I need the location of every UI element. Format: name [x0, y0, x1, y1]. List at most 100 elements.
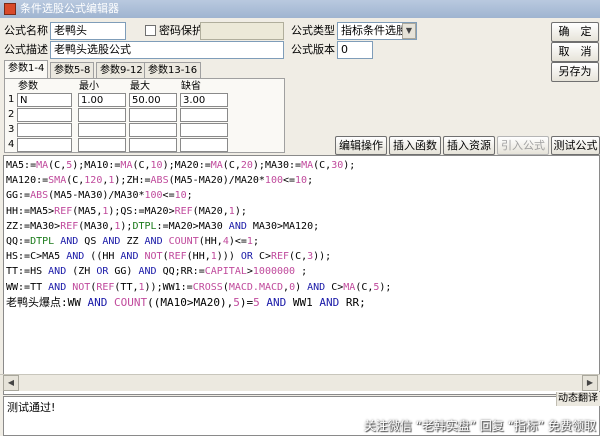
formula-desc-input[interactable]: 老鸭头选股公式 [50, 41, 284, 59]
import-formula-button[interactable]: 引入公式 [497, 136, 549, 155]
scroll-left-icon[interactable]: ◀ [3, 375, 19, 391]
code-token: REF [60, 220, 79, 232]
code-token: ); [379, 281, 392, 293]
code-token: (C, [48, 160, 67, 171]
horizontal-scrollbar[interactable] [0, 374, 600, 391]
code-token: REF [54, 205, 73, 217]
param-header-max: 最大 [130, 81, 150, 92]
tab-params-9-12[interactable]: 参数9-12 [96, 62, 147, 79]
ok-button[interactable]: 确 定 [551, 22, 599, 42]
code-token: REF [168, 251, 187, 263]
code-token: SMA [48, 175, 67, 187]
code-token: GG:= [6, 190, 31, 202]
param-header-name: 参数 [18, 81, 38, 92]
param-max-cell[interactable] [129, 138, 177, 152]
code-line[interactable]: MA5:=MA(C,5);MA10:=MA(C,10);MA20:=MA(C,2… [6, 158, 599, 173]
param-min-cell[interactable] [78, 138, 126, 152]
code-token: 20 [240, 160, 253, 171]
param-header-default: 缺省 [181, 81, 201, 92]
param-min-cell[interactable] [78, 108, 126, 122]
code-line[interactable]: 老鸭头爆点:WW AND COUNT((MA10>MA20),5)=5 AND … [6, 295, 599, 310]
tab-params-13-16[interactable]: 参数13-16 [144, 62, 202, 79]
code-token: REF [270, 251, 290, 263]
code-token: ); [234, 205, 247, 217]
code-token: NOT [144, 251, 163, 263]
code-line[interactable]: MA120:=SMA(C,120,1);ZH:=ABS(MA5-MA20)/MA… [6, 173, 599, 188]
param-min-cell[interactable]: 1.00 [78, 93, 126, 107]
code-token: RR; [339, 295, 366, 309]
param-default-cell[interactable] [180, 123, 228, 137]
edit-operation-button[interactable]: 编辑操作 [335, 136, 387, 155]
status-text: 测试通过! [7, 401, 56, 414]
password-checkbox[interactable] [145, 25, 156, 36]
code-token: CAPITAL [204, 266, 247, 278]
param-max-cell[interactable] [129, 108, 177, 122]
code-token: QQ;RR:= [156, 266, 205, 278]
code-token: :=MA20>MA30 [156, 220, 229, 232]
param-name-cell[interactable] [17, 123, 72, 137]
param-name-cell[interactable] [17, 138, 72, 152]
code-token: HH:=MA5> [6, 205, 55, 217]
code-token: (MA5-MA20)/MA20* [168, 175, 265, 187]
code-token: REF [174, 205, 193, 217]
formula-version-input[interactable]: 0 [337, 41, 373, 59]
code-token: ZZ:=MA30> [6, 220, 61, 232]
code-token: )); [313, 251, 332, 263]
param-name-cell[interactable] [17, 108, 72, 122]
param-name-cell[interactable]: N [17, 93, 72, 107]
formula-code[interactable]: MA5:=MA(C,5);MA10:=MA(C,10);MA20:=MA(C,2… [4, 156, 599, 310]
code-token: AND [319, 295, 340, 309]
code-token: 5 [233, 295, 240, 309]
tab-params-1-4[interactable]: 参数1-4 [4, 60, 49, 79]
formula-editor[interactable]: MA5:=MA(C,5);MA10:=MA(C,10);MA20:=MA(C,2… [3, 155, 600, 395]
formula-desc-label: 公式描述 [4, 43, 48, 56]
param-max-cell[interactable] [129, 123, 177, 137]
code-token: QQ:= [6, 236, 31, 248]
code-token: AND [266, 295, 287, 309]
param-min-cell[interactable] [78, 123, 126, 137]
code-token: 老鸭头爆点:WW [6, 295, 88, 309]
cancel-button[interactable]: 取 消 [551, 42, 599, 62]
code-line[interactable]: HH:=MA5>REF(MA5,1);QS:=MA20>REF(MA20,1); [6, 204, 599, 219]
code-token: AND [307, 281, 326, 293]
window-title: 条件选股公式编辑器 [20, 2, 119, 15]
insert-function-button[interactable]: 插入函数 [389, 136, 441, 155]
password-input[interactable] [200, 22, 284, 40]
code-token: COUNT [114, 295, 148, 309]
code-token: );MA30:= [252, 160, 302, 171]
code-line[interactable]: WW:=TT AND NOT(REF(TT,1));WW1:=CROSS(MAC… [6, 280, 599, 295]
param-default-cell[interactable] [180, 108, 228, 122]
scroll-right-icon[interactable]: ▶ [582, 375, 598, 391]
insert-resource-button[interactable]: 插入资源 [443, 136, 495, 155]
code-token: 10 [150, 160, 163, 171]
param-default-cell[interactable]: 3.00 [180, 93, 228, 107]
formula-type-label: 公式类型 [291, 24, 335, 37]
code-token: ABS [150, 175, 169, 187]
dynamic-translate-tab[interactable]: 动态翻译 [556, 392, 600, 406]
code-token: (C, [313, 160, 332, 171]
code-line[interactable]: HS:=C>MA5 AND ((HH AND NOT(REF(HH,1))) O… [6, 249, 599, 264]
save-as-button[interactable]: 另存为 [551, 62, 599, 82]
code-token: (HH, [198, 236, 223, 248]
code-token: (MA20, [192, 205, 229, 217]
code-line[interactable]: QQ:=DTPL AND QS AND ZZ AND COUNT(HH,4)<=… [6, 234, 599, 249]
code-line[interactable]: ZZ:=MA30>REF(MA30,1);DTPL:=MA20>MA30 AND… [6, 219, 599, 234]
code-token: AND [48, 281, 67, 293]
code-token: GG) [108, 266, 139, 278]
code-line[interactable]: TT:=HS AND (ZH OR GG) AND QQ;RR:=CAPITAL… [6, 264, 599, 279]
code-token: AND [48, 266, 67, 278]
param-default-cell[interactable] [180, 138, 228, 152]
code-token: MA [301, 160, 314, 171]
code-token: (C, [355, 281, 374, 293]
chevron-down-icon[interactable]: ▼ [402, 23, 416, 39]
param-max-cell[interactable]: 50.00 [129, 93, 177, 107]
code-line[interactable]: GG:=ABS(MA5-MA30)/MA30*100<=10; [6, 188, 599, 203]
code-token: TT:=HS [6, 266, 49, 278]
tab-params-5-8[interactable]: 参数5-8 [50, 62, 95, 79]
param-row-number: 3 [8, 124, 15, 135]
code-token: (MA5, [72, 205, 103, 217]
code-token: (C, [222, 160, 241, 171]
formula-name-input[interactable]: 老鸭头 [50, 22, 126, 40]
test-formula-button[interactable]: 测试公式 [551, 136, 600, 155]
